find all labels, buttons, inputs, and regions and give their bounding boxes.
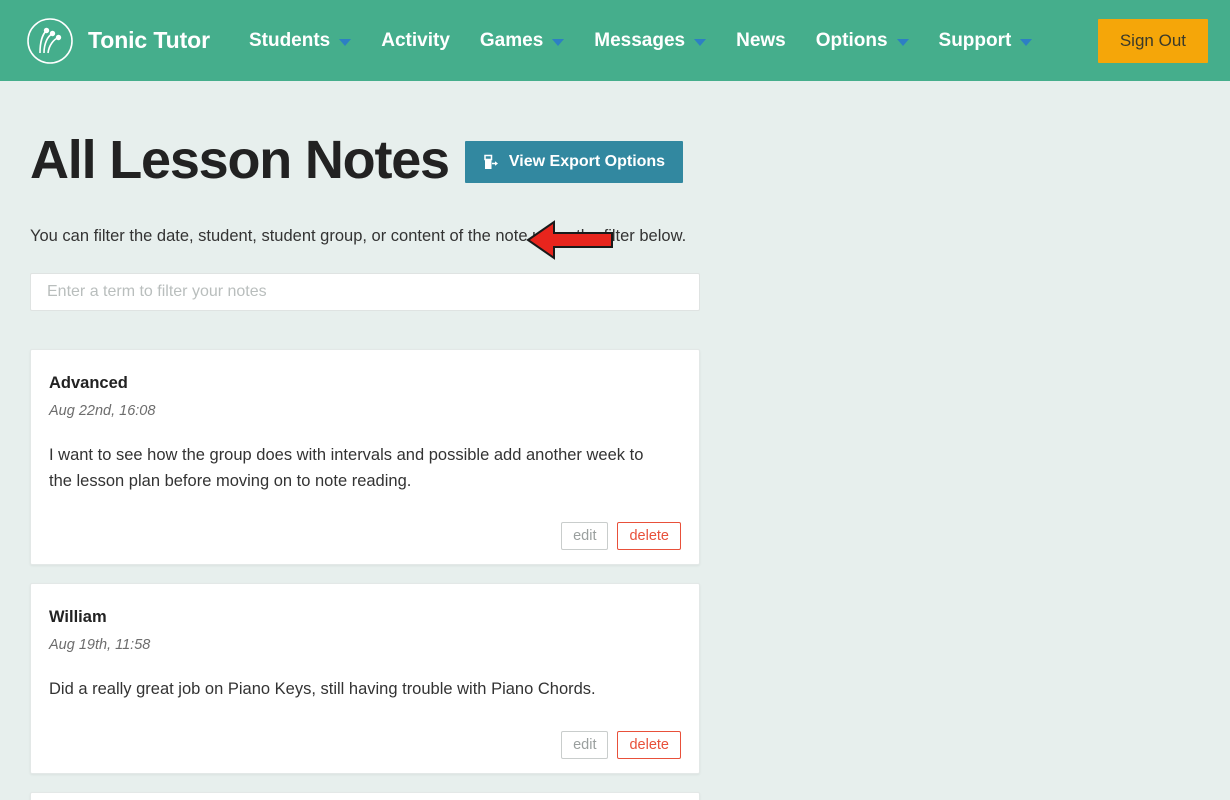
lesson-note-card: Advanced Aug 22nd, 16:08 I want to see h… xyxy=(30,349,700,566)
brand-home-link[interactable]: Tonic Tutor xyxy=(26,17,210,65)
nav-label-news: News xyxy=(736,29,786,51)
export-button-label: View Export Options xyxy=(508,153,666,170)
chevron-down-icon xyxy=(1020,38,1033,46)
export-document-icon xyxy=(483,154,500,171)
notes-filter-input[interactable] xyxy=(30,273,700,311)
lesson-note-card: William xyxy=(30,791,700,800)
chevron-down-icon xyxy=(552,38,565,46)
delete-note-button[interactable]: delete xyxy=(617,522,681,551)
top-navigation-bar: Tonic Tutor Students Activity Games Mess… xyxy=(0,0,1230,81)
nav-label-activity: Activity xyxy=(381,29,450,51)
edit-note-button[interactable]: edit xyxy=(561,522,609,551)
lesson-notes-list: Advanced Aug 22nd, 16:08 I want to see h… xyxy=(30,349,1200,800)
nav-item-support[interactable]: Support xyxy=(924,22,1048,60)
chevron-down-icon xyxy=(896,38,909,46)
note-action-row: edit delete xyxy=(49,522,681,551)
note-action-row: edit delete xyxy=(49,730,681,759)
nav-label-options: Options xyxy=(815,29,888,51)
view-export-options-button[interactable]: View Export Options xyxy=(464,141,684,183)
nav-item-games[interactable]: Games xyxy=(465,22,579,60)
edit-note-button[interactable]: edit xyxy=(561,730,609,759)
primary-nav: Students Activity Games Messages News Op… xyxy=(234,22,1098,60)
nav-item-options[interactable]: Options xyxy=(801,22,924,60)
sign-out-button[interactable]: Sign Out xyxy=(1097,18,1208,63)
tonic-tutor-logo-icon xyxy=(26,17,74,65)
note-student-name: William xyxy=(49,608,107,627)
nav-label-messages: Messages xyxy=(594,29,686,51)
page-title: All Lesson Notes xyxy=(30,130,450,190)
lesson-note-card: William Aug 19th, 11:58 Did a really gre… xyxy=(30,583,700,774)
note-student-name: Advanced xyxy=(49,374,128,392)
delete-note-button[interactable]: delete xyxy=(617,730,681,759)
chevron-down-icon xyxy=(694,38,707,46)
note-timestamp: Aug 19th, 11:58 xyxy=(49,637,151,654)
nav-item-activity[interactable]: Activity xyxy=(366,22,465,60)
nav-label-support: Support xyxy=(938,29,1012,51)
note-timestamp: Aug 22nd, 16:08 xyxy=(49,403,156,419)
page-header-row: All Lesson Notes View Export Options xyxy=(30,81,1200,187)
main-content: All Lesson Notes View Export Options You… xyxy=(0,81,1230,800)
nav-label-students: Students xyxy=(248,29,331,51)
brand-name: Tonic Tutor xyxy=(88,27,210,53)
nav-item-students[interactable]: Students xyxy=(234,22,366,60)
note-body-text: Did a really great job on Piano Keys, st… xyxy=(49,680,596,699)
nav-item-news[interactable]: News xyxy=(721,22,801,60)
note-body-text: I want to see how the group does with in… xyxy=(49,446,644,490)
nav-item-messages[interactable]: Messages xyxy=(579,22,721,60)
chevron-down-icon xyxy=(339,38,352,46)
nav-label-games: Games xyxy=(479,29,544,51)
filter-help-text: You can filter the date, student, studen… xyxy=(30,227,687,245)
